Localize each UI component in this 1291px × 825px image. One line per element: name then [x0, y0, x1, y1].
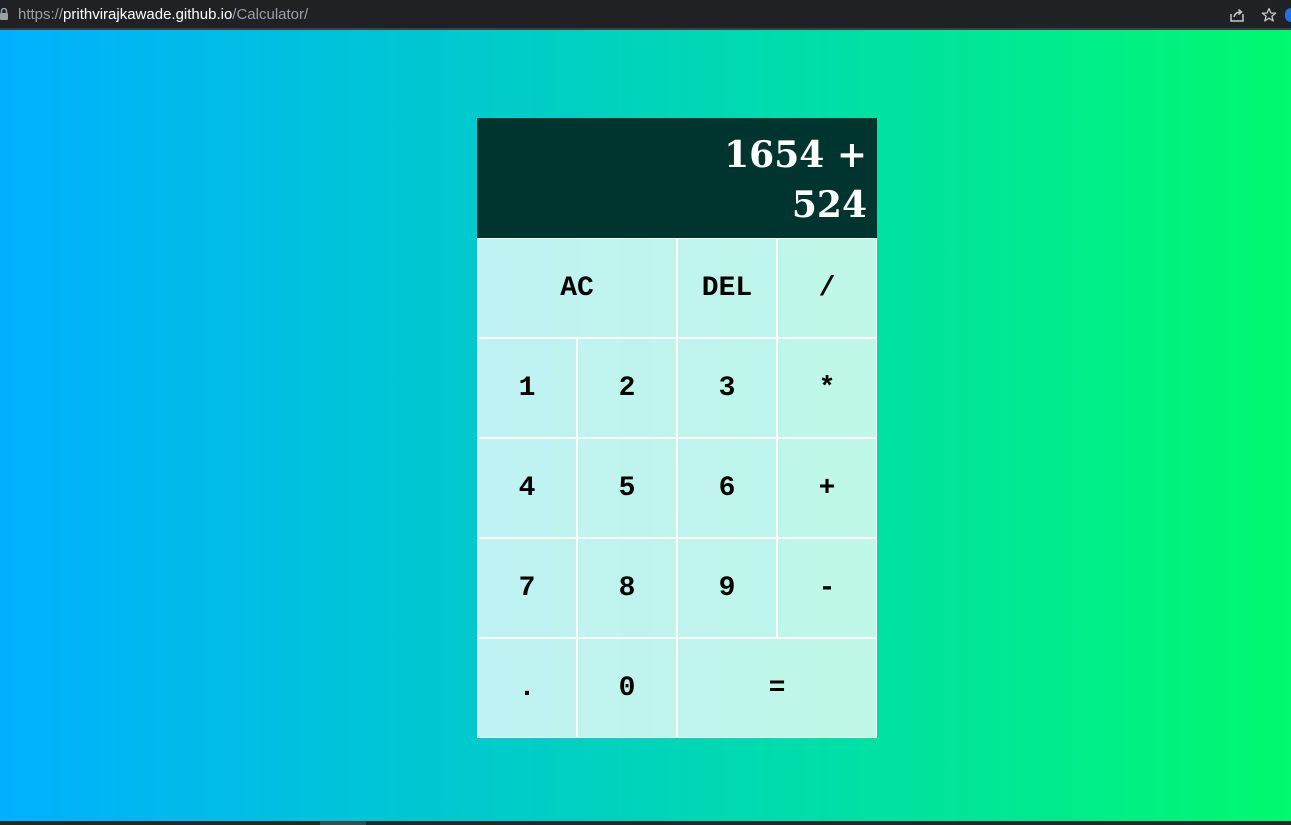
- url-prefix: https://: [18, 5, 64, 23]
- calculator-display: 1654 + 524: [477, 118, 877, 238]
- divide-button[interactable]: /: [777, 238, 877, 338]
- url-domain: prithvirajkawade.github.io: [63, 5, 233, 23]
- equals-button[interactable]: =: [677, 638, 877, 738]
- lock-icon[interactable]: [0, 0, 8, 28]
- url-path: /Calculator/: [232, 5, 309, 23]
- digit-4-button[interactable]: 4: [477, 438, 577, 538]
- digit-0-button[interactable]: 0: [577, 638, 677, 738]
- scrollbar-thumb[interactable]: [320, 821, 366, 825]
- browser-toolbar: https://prithvirajkawade.github.io/Calcu…: [0, 0, 1291, 30]
- page-background: 1654 + 524 AC DEL / 1 2 3 * 4 5 6 + 7 8 …: [0, 30, 1291, 825]
- star-icon[interactable]: [1253, 0, 1285, 30]
- all-clear-button[interactable]: AC: [477, 238, 677, 338]
- digit-6-button[interactable]: 6: [677, 438, 777, 538]
- toolbar-actions: [1221, 0, 1291, 30]
- share-icon[interactable]: [1221, 0, 1253, 30]
- digit-7-button[interactable]: 7: [477, 538, 577, 638]
- digit-9-button[interactable]: 9: [677, 538, 777, 638]
- digit-3-button[interactable]: 3: [677, 338, 777, 438]
- decimal-point-button[interactable]: .: [477, 638, 577, 738]
- multiply-button[interactable]: *: [777, 338, 877, 438]
- display-value: 1654 + 524: [724, 134, 867, 226]
- delete-button[interactable]: DEL: [677, 238, 777, 338]
- calculator: 1654 + 524 AC DEL / 1 2 3 * 4 5 6 + 7 8 …: [477, 118, 877, 738]
- horizontal-scrollbar[interactable]: [0, 821, 1291, 825]
- digit-8-button[interactable]: 8: [577, 538, 677, 638]
- plus-button[interactable]: +: [777, 438, 877, 538]
- profile-icon[interactable]: [1285, 8, 1291, 22]
- digit-5-button[interactable]: 5: [577, 438, 677, 538]
- address-bar[interactable]: https://prithvirajkawade.github.io/Calcu…: [18, 6, 308, 23]
- minus-button[interactable]: -: [777, 538, 877, 638]
- digit-2-button[interactable]: 2: [577, 338, 677, 438]
- digit-1-button[interactable]: 1: [477, 338, 577, 438]
